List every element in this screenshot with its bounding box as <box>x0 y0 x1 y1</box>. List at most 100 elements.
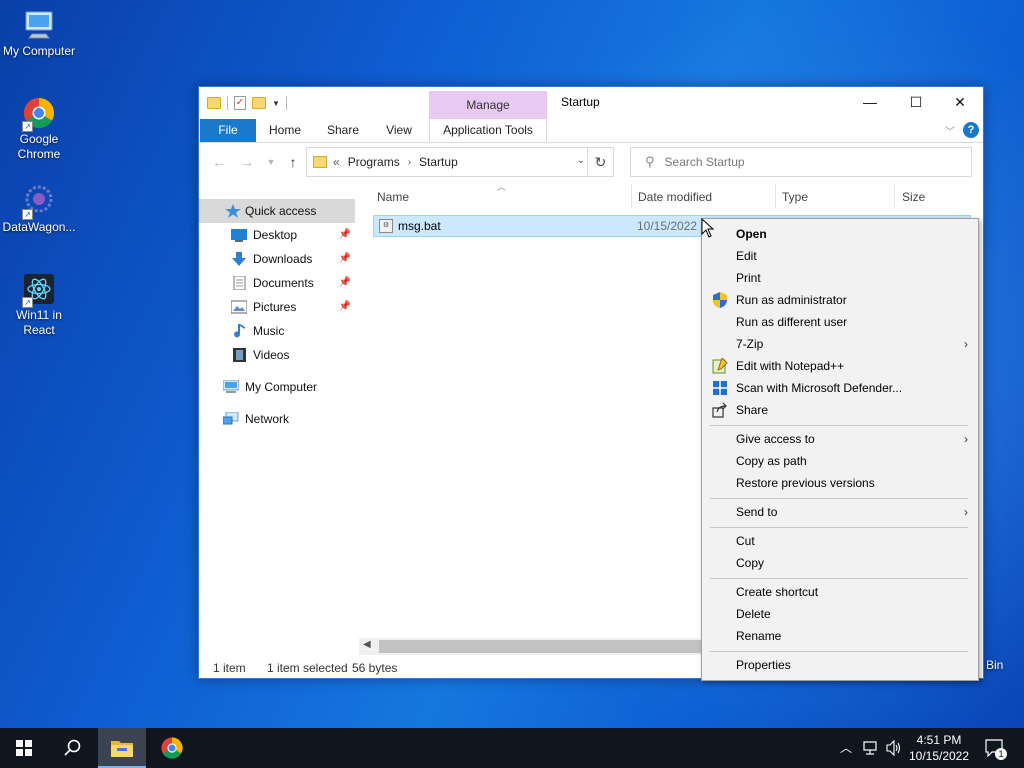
menu-item-label: Copy <box>736 556 765 570</box>
tab-application-tools[interactable]: Application Tools <box>429 119 547 142</box>
refresh-icon[interactable]: ↻ <box>587 148 613 176</box>
download-icon <box>232 252 246 266</box>
minimize-button[interactable]: — <box>847 87 893 117</box>
breadcrumb-programs[interactable]: Programs <box>348 155 400 169</box>
show-hidden-icons-chevron-icon[interactable]: ︿ <box>836 728 856 768</box>
tab-share[interactable]: Share <box>321 119 365 142</box>
nav-item-downloads[interactable]: Downloads 📌 <box>199 247 355 271</box>
menu-item-rename[interactable]: Rename <box>702 625 978 647</box>
nav-item-quick-access[interactable]: Quick access <box>199 199 355 223</box>
network-icon[interactable] <box>860 728 882 768</box>
address-bar[interactable]: « Programs › Startup ⌄ ↻ <box>306 147 614 177</box>
desktop-icon-datawagon[interactable]: ↗ DataWagon... <box>0 184 78 235</box>
menu-item-7-zip[interactable]: 7-Zip › <box>702 333 978 355</box>
pin-icon[interactable]: 📌 <box>339 295 351 319</box>
volume-icon[interactable] <box>884 728 904 768</box>
new-folder-icon[interactable] <box>252 97 266 109</box>
desktop-icon-win11-react[interactable]: ↗ Win11 in React <box>0 272 78 338</box>
recycle-bin-label[interactable]: Bin <box>986 658 1003 672</box>
pin-icon[interactable]: 📌 <box>339 271 351 295</box>
pin-icon[interactable]: 📌 <box>339 223 351 247</box>
menu-item-run-as-different-user[interactable]: Run as different user <box>702 311 978 333</box>
search-button[interactable] <box>48 728 96 768</box>
maximize-button[interactable]: ☐ <box>893 87 939 117</box>
tab-home[interactable]: Home <box>263 119 307 142</box>
menu-item-send-to[interactable]: Send to › <box>702 501 978 523</box>
nav-label: Documents <box>253 276 314 290</box>
menu-item-copy-as-path[interactable]: Copy as path <box>702 450 978 472</box>
start-button[interactable] <box>0 728 48 768</box>
column-header-date-modified[interactable]: Date modified <box>638 190 712 204</box>
menu-item-create-shortcut[interactable]: Create shortcut <box>702 581 978 603</box>
search-icon: ⚲ <box>645 154 655 169</box>
nav-label: My Computer <box>245 380 318 394</box>
share-icon <box>712 402 727 418</box>
menu-item-label: Edit <box>736 249 757 263</box>
nav-item-desktop[interactable]: Desktop 📌 <box>199 223 355 247</box>
desktop-icon-google-chrome[interactable]: ↗ Google Chrome <box>0 96 78 162</box>
nav-item-videos[interactable]: Videos <box>199 343 355 367</box>
nav-label: Desktop <box>253 228 298 242</box>
taskbar-google-chrome[interactable] <box>148 728 196 768</box>
menu-item-label: Edit with Notepad++ <box>736 359 845 373</box>
column-header-size[interactable]: Size <box>902 190 925 204</box>
status-selection: 1 item selected <box>267 661 348 675</box>
help-icon[interactable]: ? <box>963 122 979 138</box>
menu-item-scan-with-defender[interactable]: Scan with Microsoft Defender... <box>702 377 978 399</box>
folder-icon[interactable] <box>207 97 221 109</box>
scroll-left-arrow-icon[interactable]: ◀ <box>363 639 371 650</box>
customize-toolbar-dropdown-icon[interactable]: ▼ <box>272 99 280 108</box>
system-clock[interactable]: 4:51 PM 10/15/2022 <box>904 732 974 764</box>
recent-locations-chevron-icon[interactable]: ▼ <box>261 152 281 172</box>
nav-item-pictures[interactable]: Pictures 📌 <box>199 295 355 319</box>
batch-file-icon: ⚙ <box>379 219 393 233</box>
tab-view[interactable]: View <box>379 119 419 142</box>
breadcrumb-overflow[interactable]: « <box>333 155 340 169</box>
menu-item-delete[interactable]: Delete <box>702 603 978 625</box>
back-arrow-icon[interactable]: ← <box>209 152 229 172</box>
nav-label: Music <box>253 324 285 338</box>
column-divider[interactable] <box>775 184 776 208</box>
breadcrumb-startup[interactable]: Startup <box>419 155 458 169</box>
notepad-plus-plus-icon <box>712 358 728 374</box>
menu-item-print[interactable]: Print <box>702 267 978 289</box>
column-divider[interactable] <box>894 184 895 208</box>
menu-item-restore-previous-versions[interactable]: Restore previous versions <box>702 472 978 494</box>
menu-item-edit-with-notepad-plus-plus[interactable]: Edit with Notepad++ <box>702 355 978 377</box>
menu-item-copy[interactable]: Copy <box>702 552 978 574</box>
file-date-modified: 10/15/2022 <box>637 219 698 233</box>
forward-arrow-icon[interactable]: → <box>237 152 257 172</box>
nav-item-my-computer[interactable]: My Computer <box>199 375 355 399</box>
menu-item-edit[interactable]: Edit <box>702 245 978 267</box>
desktop-icon-my-computer[interactable]: My Computer <box>0 8 78 59</box>
desktop-icon-label: Google Chrome <box>17 132 61 161</box>
menu-item-share[interactable]: Share <box>702 399 978 421</box>
column-header-name[interactable]: Name <box>377 190 409 204</box>
menu-item-label: Open <box>736 227 767 241</box>
up-arrow-icon[interactable]: ↑ <box>283 152 303 172</box>
menu-separator <box>710 578 968 579</box>
nav-item-documents[interactable]: Documents 📌 <box>199 271 355 295</box>
menu-item-give-access-to[interactable]: Give access to › <box>702 428 978 450</box>
menu-item-label: Create shortcut <box>736 585 819 599</box>
menu-item-properties[interactable]: Properties <box>702 654 978 676</box>
search-input[interactable]: ⚲ Search Startup <box>630 147 972 177</box>
close-button[interactable]: ✕ <box>937 87 983 117</box>
nav-item-network[interactable]: Network <box>199 407 355 431</box>
manage-contextual-tab[interactable]: Manage <box>429 91 547 119</box>
menu-item-cut[interactable]: Cut <box>702 530 978 552</box>
address-dropdown-chevron-icon[interactable]: ⌄ <box>577 155 585 166</box>
column-header-type[interactable]: Type <box>782 190 808 204</box>
menu-item-label: Properties <box>736 658 791 672</box>
properties-icon[interactable]: ✓ <box>234 96 246 110</box>
menu-item-open[interactable]: Open <box>702 223 978 245</box>
action-center-button[interactable]: 1 <box>980 728 1010 768</box>
menu-item-run-as-administrator[interactable]: Run as administrator <box>702 289 978 311</box>
taskbar-file-explorer[interactable] <box>98 728 146 768</box>
shortcut-arrow-icon: ↗ <box>22 121 33 132</box>
tab-file[interactable]: File <box>200 119 256 142</box>
pin-icon[interactable]: 📌 <box>339 247 351 271</box>
expand-ribbon-chevron-icon[interactable]: ﹀ <box>945 123 955 138</box>
nav-item-music[interactable]: Music <box>199 319 355 343</box>
column-divider[interactable] <box>631 184 632 208</box>
